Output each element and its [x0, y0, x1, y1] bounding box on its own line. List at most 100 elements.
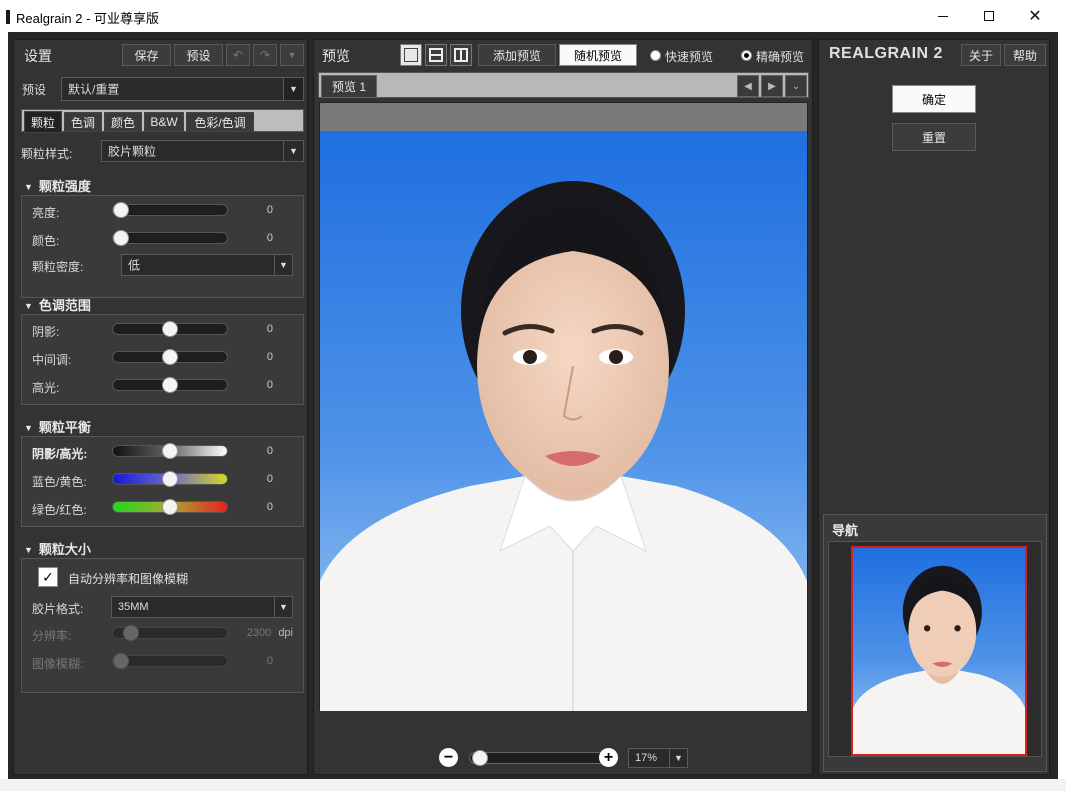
section-grain-size[interactable]: ▼ 颗粒大小	[24, 539, 91, 558]
close-button[interactable]: ✕	[1012, 0, 1058, 32]
split-vertical-icon	[454, 48, 468, 62]
tab-color[interactable]: 颜色	[104, 112, 142, 132]
section-tonal-range-label: 色调范围	[38, 298, 91, 313]
single-view-icon	[404, 48, 418, 62]
redo-button[interactable]: ↷	[253, 44, 277, 66]
navigator-panel: 导航	[823, 514, 1047, 772]
accurate-preview-label: 精确预览	[756, 50, 805, 64]
resolution-slider-handle[interactable]	[122, 625, 139, 641]
preset-button[interactable]: 预设	[174, 44, 223, 66]
fast-preview-label: 快速预览	[665, 50, 714, 64]
accurate-preview-radio[interactable]	[741, 50, 752, 61]
next-preview-button[interactable]: ▶	[761, 75, 783, 97]
preview-list-button[interactable]: ⌄	[785, 75, 807, 97]
grain-color-slider-handle[interactable]	[113, 230, 129, 246]
tab-grain[interactable]: 颗粒	[24, 111, 62, 133]
film-format-dropdown[interactable]: 35MM ▼	[111, 596, 293, 618]
green-red-slider[interactable]	[112, 499, 228, 515]
resolution-number: 2300	[246, 627, 272, 639]
section-grain-balance[interactable]: ▼ 颗粒平衡	[24, 417, 91, 436]
plus-circle-icon: +	[603, 748, 614, 766]
grain-density-dropdown[interactable]: 低 ▼	[121, 254, 293, 276]
reset-button[interactable]: 重置	[892, 123, 976, 151]
midtones-slider-handle[interactable]	[162, 349, 178, 365]
highlights-value: 0	[266, 379, 273, 391]
shadow-highlight-value: 0	[266, 445, 273, 457]
zoom-in-button[interactable]: +	[599, 748, 618, 767]
split-vertical-button[interactable]	[450, 44, 472, 66]
minus-circle-icon: −	[443, 748, 454, 766]
about-button[interactable]: 关于	[961, 44, 1001, 66]
portrait-image	[320, 131, 807, 711]
tab-tone[interactable]: 色调	[64, 112, 102, 132]
navigator-title: 导航	[832, 523, 859, 538]
app-logo: REALGRAIN 2	[829, 45, 943, 62]
auto-resolution-checkbox[interactable]: ✓	[38, 567, 58, 587]
navigator-view[interactable]	[828, 541, 1042, 757]
grain-style-dropdown[interactable]: 胶片颗粒 ▼	[101, 140, 304, 162]
shadows-slider-handle[interactable]	[162, 321, 178, 337]
preview-tab-1[interactable]: 预览 1	[321, 75, 377, 98]
midtones-slider[interactable]	[112, 349, 228, 365]
tab-color-tone[interactable]: 色彩/色调	[186, 112, 254, 132]
highlights-slider[interactable]	[112, 377, 228, 393]
section-grain-strength[interactable]: ▼ 颗粒强度	[24, 176, 91, 195]
shadow-highlight-slider-handle[interactable]	[162, 443, 178, 459]
zoom-slider-handle[interactable]	[472, 750, 488, 766]
grain-color-slider[interactable]	[112, 230, 228, 246]
undo-button[interactable]: ↶	[226, 44, 250, 66]
preset-dropdown[interactable]: 默认/重置 ▼	[61, 77, 304, 101]
single-view-button[interactable]	[400, 44, 422, 66]
maximize-icon	[984, 11, 994, 21]
resolution-label: 分辨率:	[32, 629, 72, 643]
tab-bw[interactable]: B&W	[144, 112, 184, 132]
shadow-highlight-slider[interactable]	[112, 443, 228, 459]
split-horizontal-button[interactable]	[425, 44, 447, 66]
preview-canvas[interactable]	[319, 102, 808, 711]
grain-density-label: 颗粒密度:	[32, 260, 84, 274]
add-preview-button[interactable]: 添加预览	[478, 44, 556, 66]
section-grain-strength-label: 颗粒强度	[38, 179, 91, 194]
portrait-photo	[320, 131, 807, 711]
chevron-down-icon: ▼	[274, 255, 292, 275]
ok-button[interactable]: 确定	[892, 85, 976, 113]
preset-label: 预设	[22, 83, 47, 97]
midtones-label: 中间调:	[32, 353, 72, 367]
grain-size-group: ✓ 自动分辨率和图像模糊 胶片格式: 35MM ▼ 分辨率: 2300 dpi …	[21, 558, 304, 693]
shadows-value: 0	[266, 323, 273, 335]
maximize-button[interactable]	[966, 0, 1012, 32]
brightness-slider[interactable]	[112, 202, 228, 218]
zoom-dropdown[interactable]: 17% ▼	[628, 748, 688, 768]
random-preview-button[interactable]: 随机预览	[559, 44, 637, 66]
minimize-button[interactable]	[920, 0, 966, 32]
highlights-slider-handle[interactable]	[162, 377, 178, 393]
green-red-slider-handle[interactable]	[162, 499, 178, 515]
help-button[interactable]: 帮助	[1004, 44, 1046, 66]
grain-color-label: 颜色:	[32, 234, 60, 248]
blur-slider-handle[interactable]	[113, 653, 129, 669]
blue-yellow-slider-handle[interactable]	[162, 471, 178, 487]
redo-icon: ↷	[259, 48, 271, 62]
prev-preview-button[interactable]: ◀	[737, 75, 759, 97]
save-button[interactable]: 保存	[122, 44, 171, 66]
brightness-slider-handle[interactable]	[113, 202, 129, 218]
settings-menu-button[interactable]: ▼	[280, 44, 304, 66]
fast-preview-radio[interactable]	[650, 50, 661, 61]
grain-style-value: 胶片颗粒	[108, 144, 157, 159]
blue-yellow-slider[interactable]	[112, 471, 228, 487]
navigator-viewport-frame[interactable]	[851, 546, 1027, 756]
chevron-down-icon: ▼	[669, 749, 687, 767]
chevron-down-icon: ▼	[283, 78, 303, 100]
section-tonal-range[interactable]: ▼ 色调范围	[24, 295, 91, 314]
auto-resolution-label: 自动分辨率和图像模糊	[68, 572, 189, 586]
zoom-out-button[interactable]: −	[439, 748, 458, 767]
resolution-slider[interactable]	[112, 625, 228, 641]
grain-strength-group: 亮度: 0 颜色: 0 颗粒密度: 低 ▼	[21, 195, 304, 298]
blur-slider[interactable]	[112, 653, 228, 669]
preview-tab-bar: 预览 1 ◀ ▶ ⌄	[318, 72, 809, 98]
blur-value: 0	[266, 655, 273, 667]
zoom-slider[interactable]	[469, 750, 607, 766]
chevron-down-icon: ⌄	[791, 80, 801, 92]
shadows-slider[interactable]	[112, 321, 228, 337]
section-grain-balance-label: 颗粒平衡	[38, 420, 91, 435]
